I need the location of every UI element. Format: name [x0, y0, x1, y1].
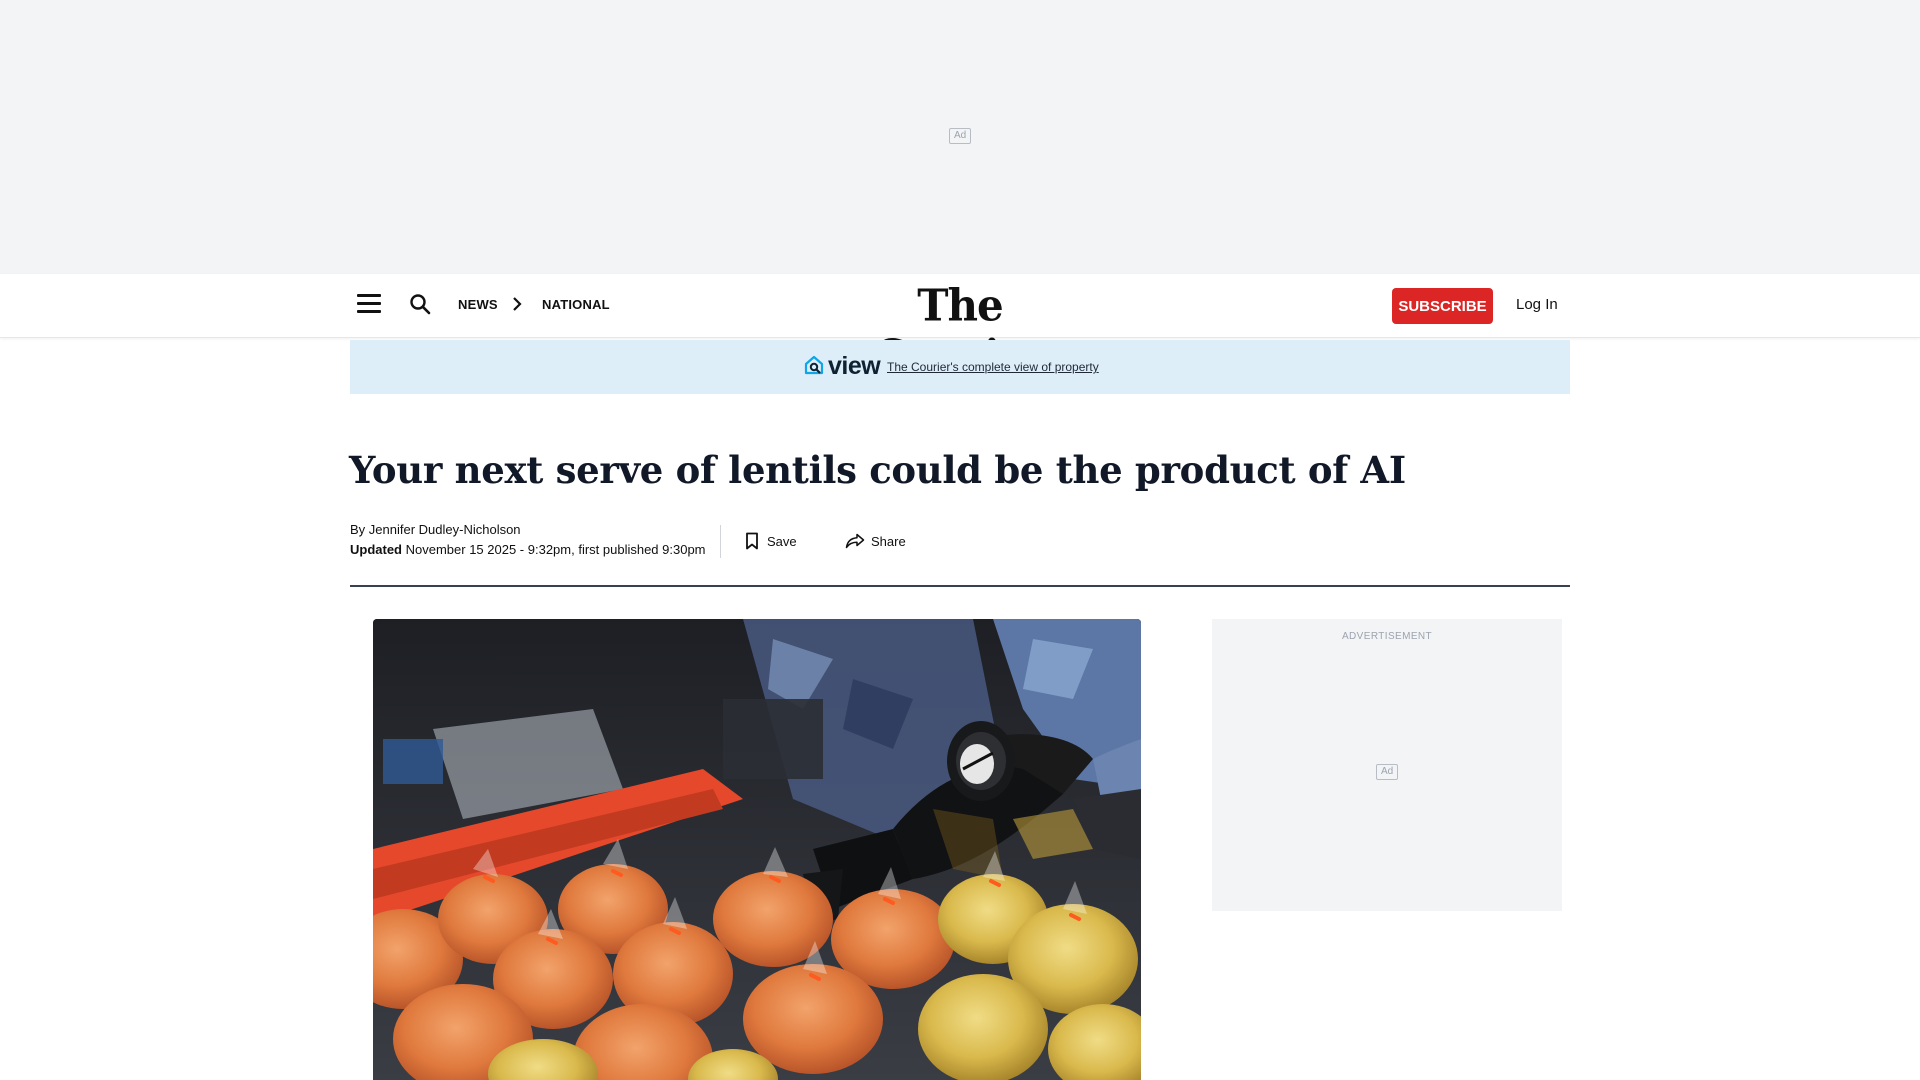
search-button[interactable] — [408, 292, 432, 316]
site-header: NEWS NATIONAL The Courier SUBSCRIBE Log … — [0, 274, 1920, 381]
header-rule — [350, 585, 1570, 587]
breadcrumb-national[interactable]: NATIONAL — [542, 297, 610, 312]
top-advertisement: Ad — [0, 0, 1920, 274]
view-logo[interactable]: view — [804, 351, 881, 380]
chevron-right-icon — [513, 297, 522, 311]
author-link[interactable]: Jennifer Dudley-Nicholson — [369, 522, 521, 537]
save-button[interactable]: Save — [745, 531, 797, 551]
lentils-photo — [373, 619, 1141, 1080]
article-hero-image[interactable] — [373, 619, 1141, 1080]
share-label: Share — [871, 533, 906, 549]
byline-prefix: By — [350, 522, 366, 537]
dateline: Updated November 15 2025 - 9:32pm, first… — [350, 542, 706, 557]
hamburger-icon — [357, 294, 381, 297]
subscribe-button[interactable]: SUBSCRIBE — [1392, 288, 1493, 324]
breadcrumb-news[interactable]: NEWS — [458, 297, 498, 312]
byline: By Jennifer Dudley-Nicholson — [350, 522, 521, 537]
publish-date: November 15 2025 - 9:32pm, first publish… — [405, 542, 706, 557]
article-headline: Your next serve of lentils could be the … — [349, 448, 1406, 492]
ad-badge: Ad — [949, 128, 972, 144]
search-icon — [410, 294, 431, 315]
save-label: Save — [767, 533, 797, 549]
house-magnifier-icon — [804, 355, 824, 375]
sidebar-advertisement: ADVERTISEMENT Ad — [1212, 619, 1562, 911]
view-logo-text: view — [828, 351, 881, 380]
view-property-banner: view The Courier's complete view of prop… — [350, 340, 1570, 394]
meta-divider — [720, 525, 721, 558]
view-property-link[interactable]: The Courier's complete view of property — [887, 360, 1099, 374]
updated-label: Updated — [350, 542, 402, 557]
ad-badge: Ad — [1376, 764, 1399, 780]
advertisement-label: ADVERTISEMENT — [1341, 631, 1433, 642]
bookmark-icon — [746, 532, 758, 550]
share-arrow-icon — [845, 533, 865, 549]
share-button[interactable]: Share — [845, 531, 906, 551]
login-link[interactable]: Log In — [1516, 296, 1558, 313]
site-logo[interactable]: The Courier — [840, 280, 1080, 381]
menu-button[interactable] — [357, 294, 383, 316]
